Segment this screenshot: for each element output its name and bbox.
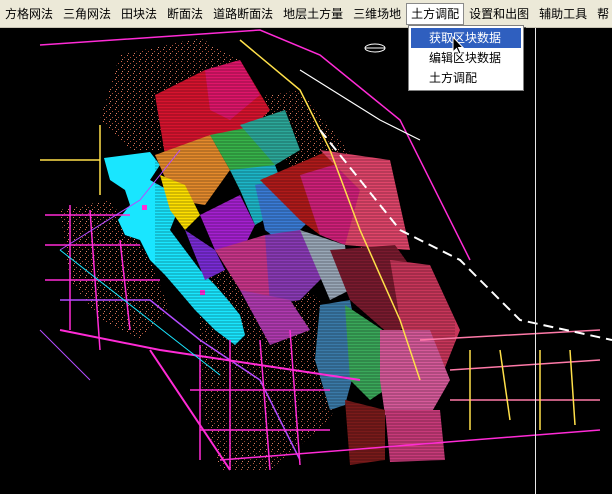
menu-earthwork-allocation[interactable]: 土方调配 <box>406 2 465 25</box>
menu-grid-method[interactable]: 方格网法 <box>0 3 58 25</box>
menu-field-method[interactable]: 田块法 <box>116 3 162 25</box>
menu-stratum-volume[interactable]: 地层土方量 <box>278 3 348 25</box>
menu-settings-output[interactable]: 设置和出图 <box>464 3 534 25</box>
earthwork-dropdown-menu: 获取区块数据 编辑区块数据 土方调配 <box>408 25 524 91</box>
menu-item-get-block-data[interactable]: 获取区块数据 <box>411 28 521 48</box>
menu-item-edit-block-data[interactable]: 编辑区块数据 <box>411 48 521 68</box>
cad-drawing-canvas[interactable] <box>0 28 612 494</box>
menu-help[interactable]: 帮 <box>592 3 612 25</box>
menu-section-method[interactable]: 断面法 <box>162 3 208 25</box>
menu-item-earthwork-allocation[interactable]: 土方调配 <box>411 68 521 88</box>
menu-bar: 方格网法 三角网法 田块法 断面法 道路断面法 地层土方量 三维场地 土方调配 … <box>0 0 612 28</box>
menu-3d-site[interactable]: 三维场地 <box>348 3 406 25</box>
mouse-pointer-icon <box>452 36 465 55</box>
menu-road-section-method[interactable]: 道路断面法 <box>208 3 278 25</box>
menu-triangle-method[interactable]: 三角网法 <box>58 3 116 25</box>
viewport-divider <box>535 28 536 494</box>
menu-aux-tools[interactable]: 辅助工具 <box>534 3 592 25</box>
